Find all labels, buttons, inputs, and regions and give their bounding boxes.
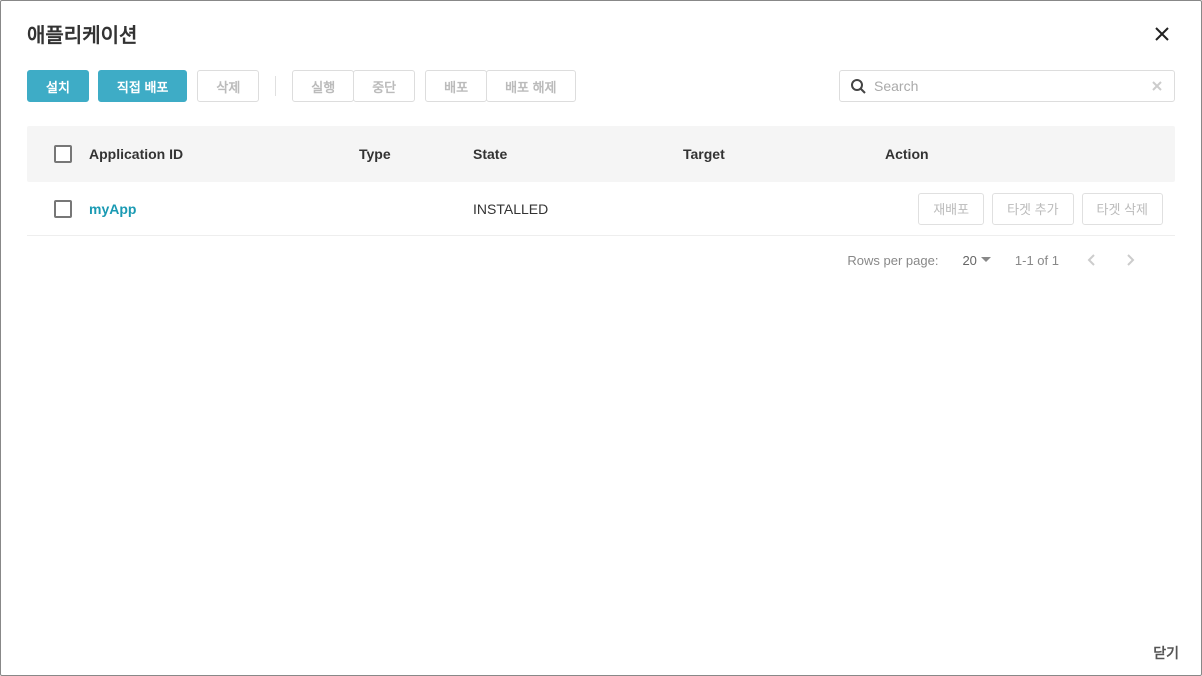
modal-title: 애플리케이션 <box>27 19 137 48</box>
cell-actions: 재배포 타겟 추가 타겟 삭제 <box>885 193 1163 225</box>
search-icon <box>850 78 866 94</box>
undeploy-button[interactable]: 배포 해제 <box>486 70 575 102</box>
rows-per-page-label: Rows per page: <box>847 253 938 268</box>
toolbar-divider <box>275 76 276 96</box>
search-input[interactable] <box>874 78 1142 94</box>
install-button[interactable]: 설치 <box>27 70 89 102</box>
delete-target-button[interactable]: 타겟 삭제 <box>1082 193 1163 225</box>
column-header-type[interactable]: Type <box>359 146 473 162</box>
redeploy-button[interactable]: 재배포 <box>918 193 984 225</box>
close-icon <box>1153 25 1171 43</box>
app-id-link[interactable]: myApp <box>89 201 359 217</box>
add-target-button[interactable]: 타겟 추가 <box>992 193 1073 225</box>
toolbar-group-deploy: 배포 배포 해제 <box>425 70 575 102</box>
rows-per-page-select[interactable]: 20 <box>962 253 990 268</box>
column-header-target[interactable]: Target <box>683 146 885 162</box>
column-header-state[interactable]: State <box>473 146 683 162</box>
column-header-action: Action <box>885 146 1163 162</box>
modal-footer: 닫기 <box>1 633 1201 675</box>
prev-page-button[interactable] <box>1083 250 1099 270</box>
table-header: Application ID Type State Target Action <box>27 126 1175 182</box>
row-checkbox[interactable] <box>54 200 72 218</box>
clear-search-icon[interactable] <box>1150 79 1164 93</box>
footer-close-button[interactable]: 닫기 <box>1153 643 1179 663</box>
deploy-button[interactable]: 배포 <box>425 70 487 102</box>
chevron-left-icon <box>1087 254 1095 266</box>
applications-modal: 애플리케이션 설치 직접 배포 삭제 실행 중단 배포 배포 해제 <box>0 0 1202 676</box>
run-button[interactable]: 실행 <box>292 70 354 102</box>
delete-button[interactable]: 삭제 <box>197 70 259 102</box>
toolbar: 설치 직접 배포 삭제 실행 중단 배포 배포 해제 <box>1 54 1201 126</box>
row-checkbox-cell <box>37 200 89 218</box>
stop-button[interactable]: 중단 <box>353 70 415 102</box>
cell-state: INSTALLED <box>473 201 683 217</box>
header-checkbox-cell <box>37 145 89 163</box>
table-row: myApp INSTALLED 재배포 타겟 추가 타겟 삭제 <box>27 182 1175 236</box>
pagination: Rows per page: 20 1-1 of 1 <box>27 236 1175 270</box>
column-header-app-id[interactable]: Application ID <box>89 146 359 162</box>
toolbar-group-runstop: 실행 중단 <box>292 70 415 102</box>
chevron-right-icon <box>1127 254 1135 266</box>
modal-header: 애플리케이션 <box>1 1 1201 54</box>
search-box[interactable] <box>839 70 1175 102</box>
close-button[interactable] <box>1149 23 1175 45</box>
select-all-checkbox[interactable] <box>54 145 72 163</box>
toolbar-group-primary: 설치 직접 배포 <box>27 70 187 102</box>
chevron-down-icon <box>981 257 991 263</box>
next-page-button[interactable] <box>1123 250 1139 270</box>
rows-per-page-value: 20 <box>962 253 976 268</box>
applications-table: Application ID Type State Target Action … <box>1 126 1201 270</box>
page-range: 1-1 of 1 <box>1015 253 1059 268</box>
direct-deploy-button[interactable]: 직접 배포 <box>98 70 187 102</box>
